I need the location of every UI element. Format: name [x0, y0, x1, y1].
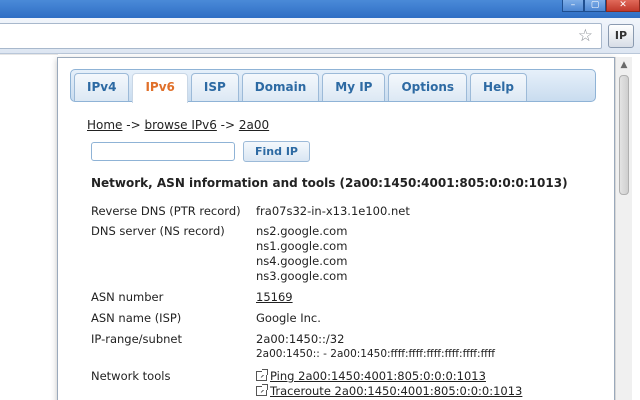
row-label: IP-range/subnet: [91, 332, 182, 346]
asn-number-link[interactable]: 15169: [256, 290, 293, 304]
row-label: Network tools: [91, 369, 171, 383]
subnet-value: 2a00:1450::/32: [256, 332, 345, 346]
tab-isp[interactable]: ISP: [190, 73, 239, 101]
row-value: fra07s32-in-x13.1e100.net: [256, 204, 410, 218]
address-bar[interactable]: ☆: [0, 23, 602, 49]
external-link-icon: [256, 369, 268, 381]
breadcrumb-browse-ipv6-link[interactable]: browse IPv6: [144, 118, 216, 132]
scrollbar-thumb[interactable]: [619, 75, 629, 195]
tab-domain[interactable]: Domain: [241, 73, 320, 101]
ping-link[interactable]: Ping 2a00:1450:4001:805:0:0:0:1013: [270, 369, 486, 383]
ping-tool: Ping 2a00:1450:4001:805:0:0:0:1013: [256, 369, 522, 384]
window-controls: – ▢ ✕: [562, 0, 640, 12]
ip-extension-button[interactable]: IP: [608, 24, 634, 48]
row-value-list: ns2.google.com ns1.google.com ns4.google…: [256, 224, 347, 284]
tab-options[interactable]: Options: [388, 73, 468, 101]
page-divider: [0, 54, 58, 55]
scroll-up-arrow-icon[interactable]: ▲: [616, 57, 632, 73]
find-ip-button[interactable]: Find IP: [243, 141, 310, 162]
row-label: ASN number: [91, 290, 164, 304]
tab-help[interactable]: Help: [470, 73, 527, 101]
row-value-list: 2a00:1450::/32 2a00:1450:: - 2a00:1450:f…: [256, 332, 495, 362]
breadcrumb: Home -> browse IPv6 -> 2a00: [87, 118, 269, 132]
row-value-list: Ping 2a00:1450:4001:805:0:0:0:1013 Trace…: [256, 369, 522, 399]
bookmark-star-icon[interactable]: ☆: [578, 25, 593, 47]
breadcrumb-home-link[interactable]: Home: [87, 118, 122, 132]
tab-ipv4[interactable]: IPv4: [74, 73, 130, 101]
window-titlebar: – ▢ ✕: [0, 0, 640, 18]
browser-toolbar: ☆ IP: [0, 18, 640, 54]
row-value: Google Inc.: [256, 311, 321, 325]
row-label: DNS server (NS record): [91, 224, 225, 238]
popup-scrollbar[interactable]: ▲: [615, 57, 632, 400]
external-link-icon: [256, 384, 268, 396]
row-label: Reverse DNS (PTR record): [91, 204, 241, 218]
range-value: 2a00:1450:: - 2a00:1450:ffff:ffff:ffff:f…: [256, 348, 496, 360]
page-background: [0, 54, 58, 400]
breadcrumb-separator: ->: [122, 118, 145, 132]
maximize-button[interactable]: ▢: [584, 0, 606, 12]
ns-record: ns4.google.com: [256, 254, 348, 268]
breadcrumb-separator: ->: [216, 118, 239, 132]
row-value: 15169: [256, 290, 293, 305]
ip-search-input[interactable]: [91, 142, 235, 161]
ns-record: ns3.google.com: [256, 269, 348, 283]
traceroute-tool: Traceroute 2a00:1450:4001:805:0:0:0:1013: [256, 384, 522, 399]
traceroute-link[interactable]: Traceroute 2a00:1450:4001:805:0:0:0:1013: [270, 384, 522, 398]
row-label: ASN name (ISP): [91, 311, 182, 325]
tab-bar: IPv4 IPv6 ISP Domain My IP Options Help: [70, 69, 596, 103]
minimize-button[interactable]: –: [562, 0, 584, 12]
search-row: Find IP: [91, 141, 310, 162]
ns-record: ns1.google.com: [256, 239, 348, 253]
extension-popup: IPv4 IPv6 ISP Domain My IP Options Help …: [57, 57, 615, 400]
close-button[interactable]: ✕: [606, 0, 640, 12]
tab-ipv6[interactable]: IPv6: [132, 73, 188, 103]
info-heading: Network, ASN information and tools (2a00…: [91, 176, 568, 190]
breadcrumb-current-link[interactable]: 2a00: [239, 118, 269, 132]
tab-my-ip[interactable]: My IP: [322, 73, 386, 101]
ns-record: ns2.google.com: [256, 224, 348, 238]
